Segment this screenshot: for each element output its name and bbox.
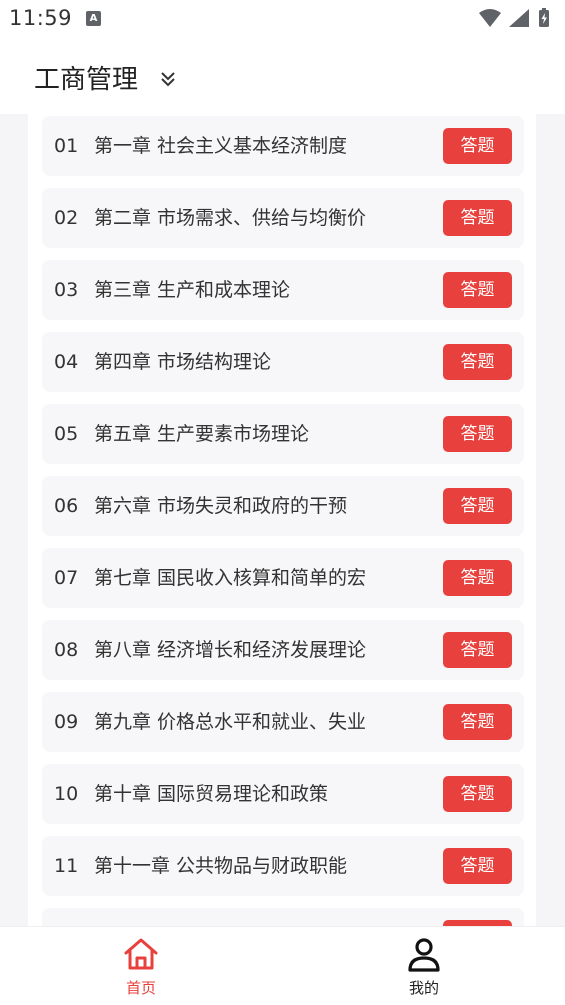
answer-button[interactable]: 答题 <box>443 776 512 812</box>
chapter-title: 第九章 价格总水平和就业、失业 <box>94 711 367 733</box>
chapter-title: 第六章 市场失灵和政府的干预 <box>94 495 348 517</box>
chapter-number: 05 <box>54 423 79 445</box>
chapter-number: 06 <box>54 495 79 517</box>
answer-button[interactable]: 答题 <box>443 344 512 380</box>
chapter-title: 第五章 生产要素市场理论 <box>94 423 310 445</box>
answer-button[interactable]: 答题 <box>443 848 512 884</box>
chapter-item[interactable]: 04 第四章 市场结构理论 答题 <box>42 332 524 392</box>
answer-button[interactable]: 答题 <box>443 416 512 452</box>
battery-icon <box>539 8 549 27</box>
chapter-item[interactable]: 01 第一章 社会主义基本经济制度 答题 <box>42 116 524 176</box>
nav-home-label: 首页 <box>125 979 156 997</box>
signal-icon <box>509 9 529 27</box>
chapter-title: 第八章 经济增长和经济发展理论 <box>94 639 367 661</box>
status-icons <box>477 7 557 31</box>
nav-mine[interactable]: 我的 <box>364 927 484 1005</box>
chapter-title: 第四章 市场结构理论 <box>94 351 272 373</box>
answer-button[interactable]: 答题 <box>443 560 512 596</box>
chapter-item[interactable]: 11 第十一章 公共物品与财政职能 答题 <box>42 836 524 896</box>
chevron-double-down-icon[interactable] <box>158 69 178 89</box>
bottom-nav: 首页 我的 <box>0 926 565 1005</box>
chapter-number: 11 <box>54 855 79 877</box>
chapter-number: 01 <box>54 135 79 157</box>
chapter-title: 第七章 国民收入核算和简单的宏 <box>94 567 367 589</box>
chapter-item[interactable]: 07 第七章 国民收入核算和简单的宏 答题 <box>42 548 524 608</box>
answer-button[interactable]: 答题 <box>443 200 512 236</box>
chapter-item[interactable]: 10 第十章 国际贸易理论和政策 答题 <box>42 764 524 824</box>
chapter-item[interactable]: 05 第五章 生产要素市场理论 答题 <box>42 404 524 464</box>
answer-button[interactable]: 答题 <box>443 128 512 164</box>
answer-button[interactable]: 答题 <box>443 488 512 524</box>
chapter-title: 第二章 市场需求、供给与均衡价 <box>94 207 367 229</box>
chapter-number: 09 <box>54 711 79 733</box>
chapter-number: 07 <box>54 567 79 589</box>
home-icon <box>124 938 158 970</box>
chapter-number: 10 <box>54 783 79 805</box>
wifi-icon <box>479 9 501 27</box>
user-icon <box>408 938 440 972</box>
nav-mine-label: 我的 <box>408 979 439 997</box>
answer-button[interactable]: 答题 <box>443 704 512 740</box>
status-time: 11:59 <box>9 6 73 30</box>
category-title[interactable]: 工商管理 <box>34 59 138 96</box>
chapter-number: 08 <box>54 639 79 661</box>
status-bar: 11:59 A <box>0 0 565 38</box>
chapter-item[interactable]: 06 第六章 市场失灵和政府的干预 答题 <box>42 476 524 536</box>
chapter-item[interactable]: 09 第九章 价格总水平和就业、失业 答题 <box>42 692 524 752</box>
chapter-title: 第三章 生产和成本理论 <box>94 279 291 301</box>
chapter-item[interactable] <box>42 908 524 926</box>
chapter-item[interactable]: 08 第八章 经济增长和经济发展理论 答题 <box>42 620 524 680</box>
chapter-title: 第十一章 公共物品与财政职能 <box>94 855 348 877</box>
chapter-item[interactable]: 02 第二章 市场需求、供给与均衡价 答题 <box>42 188 524 248</box>
answer-button[interactable]: 答题 <box>443 272 512 308</box>
notification-icon: A <box>86 11 101 26</box>
chapter-number: 04 <box>54 351 79 373</box>
chapter-list-container[interactable]: 01 第一章 社会主义基本经济制度 答题 02 第二章 市场需求、供给与均衡价 … <box>28 114 536 926</box>
chapter-title: 第一章 社会主义基本经济制度 <box>94 135 348 157</box>
chapter-item[interactable]: 03 第三章 生产和成本理论 答题 <box>42 260 524 320</box>
chapter-list: 01 第一章 社会主义基本经济制度 答题 02 第二章 市场需求、供给与均衡价 … <box>42 116 524 926</box>
chapter-number: 03 <box>54 279 79 301</box>
nav-home[interactable]: 首页 <box>81 927 201 1005</box>
chapter-number: 02 <box>54 207 79 229</box>
app-header: 工商管理 <box>0 38 565 114</box>
chapter-title: 第十章 国际贸易理论和政策 <box>94 783 329 805</box>
answer-button[interactable]: 答题 <box>443 632 512 668</box>
